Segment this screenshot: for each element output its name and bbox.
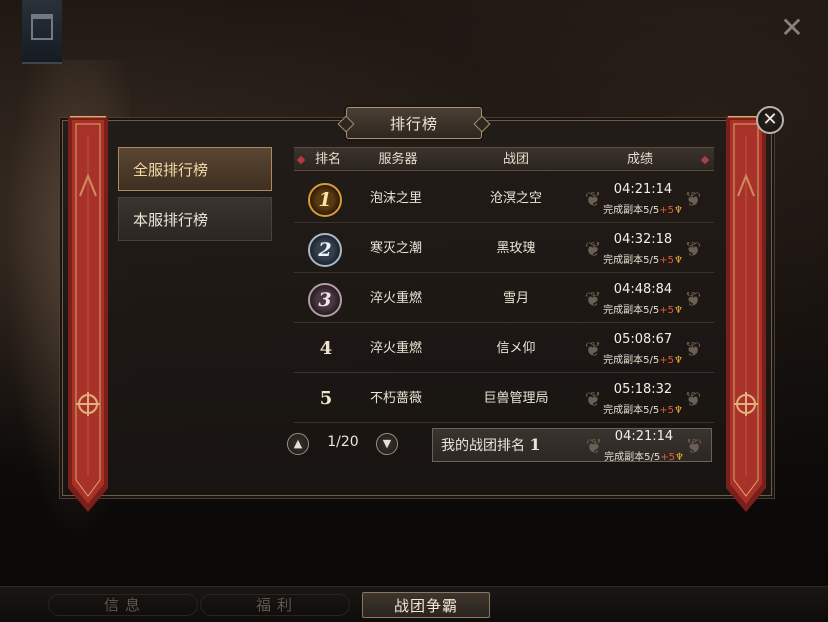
- my-team-score: ❦ 04:21:14 完成副本5/5+5♆ ❦: [579, 426, 709, 466]
- header-left-ornament: [296, 155, 306, 165]
- my-team-rank-box: 我的战团排名 1 ❦ 04:21:14 完成副本5/5+5♆ ❦: [432, 428, 712, 463]
- guild-emblem-icon: [22, 0, 62, 64]
- row-score: ❦ 05:08:67 完成副本5/5+5♆ ❦: [578, 329, 708, 369]
- row-team: 沧溟之空: [489, 191, 542, 206]
- panel-title: 排行榜: [389, 114, 438, 133]
- row-team: 巨兽管理局: [483, 391, 549, 406]
- laurel-icon: ❦: [684, 387, 702, 411]
- header-team: 战团: [502, 152, 529, 167]
- row-server: 淬火重燃: [369, 291, 422, 306]
- row-score: ❦ 04:32:18 完成副本5/5+5♆ ❦: [578, 229, 708, 269]
- laurel-icon: ❦: [684, 287, 702, 311]
- rank-medal-bronze-icon: 3: [308, 283, 342, 317]
- panel-title-plate: 排行榜: [346, 107, 482, 139]
- header-score: 成绩: [626, 152, 653, 167]
- page-indicator: 1/20: [327, 434, 359, 450]
- my-team-rank-value: 1: [529, 435, 541, 454]
- header-rank: 排名: [314, 152, 341, 167]
- close-icon[interactable]: ✕: [756, 106, 784, 134]
- page-up-button[interactable]: ▲: [287, 433, 309, 455]
- row-score: ❦ 04:21:14 完成副本5/5+5♆ ❦: [578, 179, 708, 219]
- table-row[interactable]: 5 不朽蔷薇 巨兽管理局 ❦ 05:18:32 完成副本5/5+5♆ ❦: [294, 375, 714, 423]
- header-right-ornament: [700, 155, 710, 165]
- laurel-icon: ❦: [684, 337, 702, 361]
- rank-medal-silver-icon: 2: [308, 233, 342, 267]
- row-server: 泡沫之里: [369, 191, 422, 206]
- row-team: 信メ仰: [496, 341, 536, 356]
- row-server: 淬火重燃: [369, 341, 422, 356]
- laurel-icon: ❦: [684, 187, 702, 211]
- nav-team-battle[interactable]: 战团争霸: [362, 592, 490, 618]
- screen-close-icon[interactable]: ✕: [778, 14, 806, 42]
- table-row[interactable]: 1 泡沫之里 沧溟之空 ❦ 04:21:14 完成副本5/5+5♆ ❦: [294, 175, 714, 223]
- row-team: 黑玫瑰: [496, 241, 536, 256]
- row-score: ❦ 05:18:32 完成副本5/5+5♆ ❦: [578, 379, 708, 419]
- right-banner-decoration: [724, 116, 768, 512]
- tab-global-ranking[interactable]: 全服排行榜: [118, 147, 272, 191]
- row-server: 不朽蔷薇: [369, 391, 422, 406]
- left-banner-decoration: [66, 116, 110, 512]
- row-score: ❦ 04:48:84 完成副本5/5+5♆ ❦: [578, 279, 708, 319]
- rank-medal-gold-icon: 1: [308, 183, 342, 217]
- table-header: 排名 服务器 战团 成绩: [294, 147, 714, 171]
- nav-info[interactable]: 信息: [80, 592, 170, 618]
- nav-welfare[interactable]: 福利: [232, 592, 322, 618]
- laurel-icon: ❦: [685, 434, 703, 458]
- row-team: 雪月: [502, 291, 529, 306]
- my-team-rank-label: 我的战团排名 1: [441, 435, 541, 454]
- tab-server-ranking[interactable]: 本服排行榜: [118, 197, 272, 241]
- row-server: 寒灭之潮: [369, 241, 422, 256]
- page-down-button[interactable]: ▼: [376, 433, 398, 455]
- table-row[interactable]: 2 寒灭之潮 黑玫瑰 ❦ 04:32:18 完成副本5/5+5♆ ❦: [294, 225, 714, 273]
- laurel-icon: ❦: [684, 237, 702, 261]
- header-server: 服务器: [378, 152, 418, 167]
- table-row[interactable]: 4 淬火重燃 信メ仰 ❦ 05:08:67 完成副本5/5+5♆ ❦: [294, 325, 714, 373]
- table-row[interactable]: 3 淬火重燃 雪月 ❦ 04:48:84 完成副本5/5+5♆ ❦: [294, 275, 714, 323]
